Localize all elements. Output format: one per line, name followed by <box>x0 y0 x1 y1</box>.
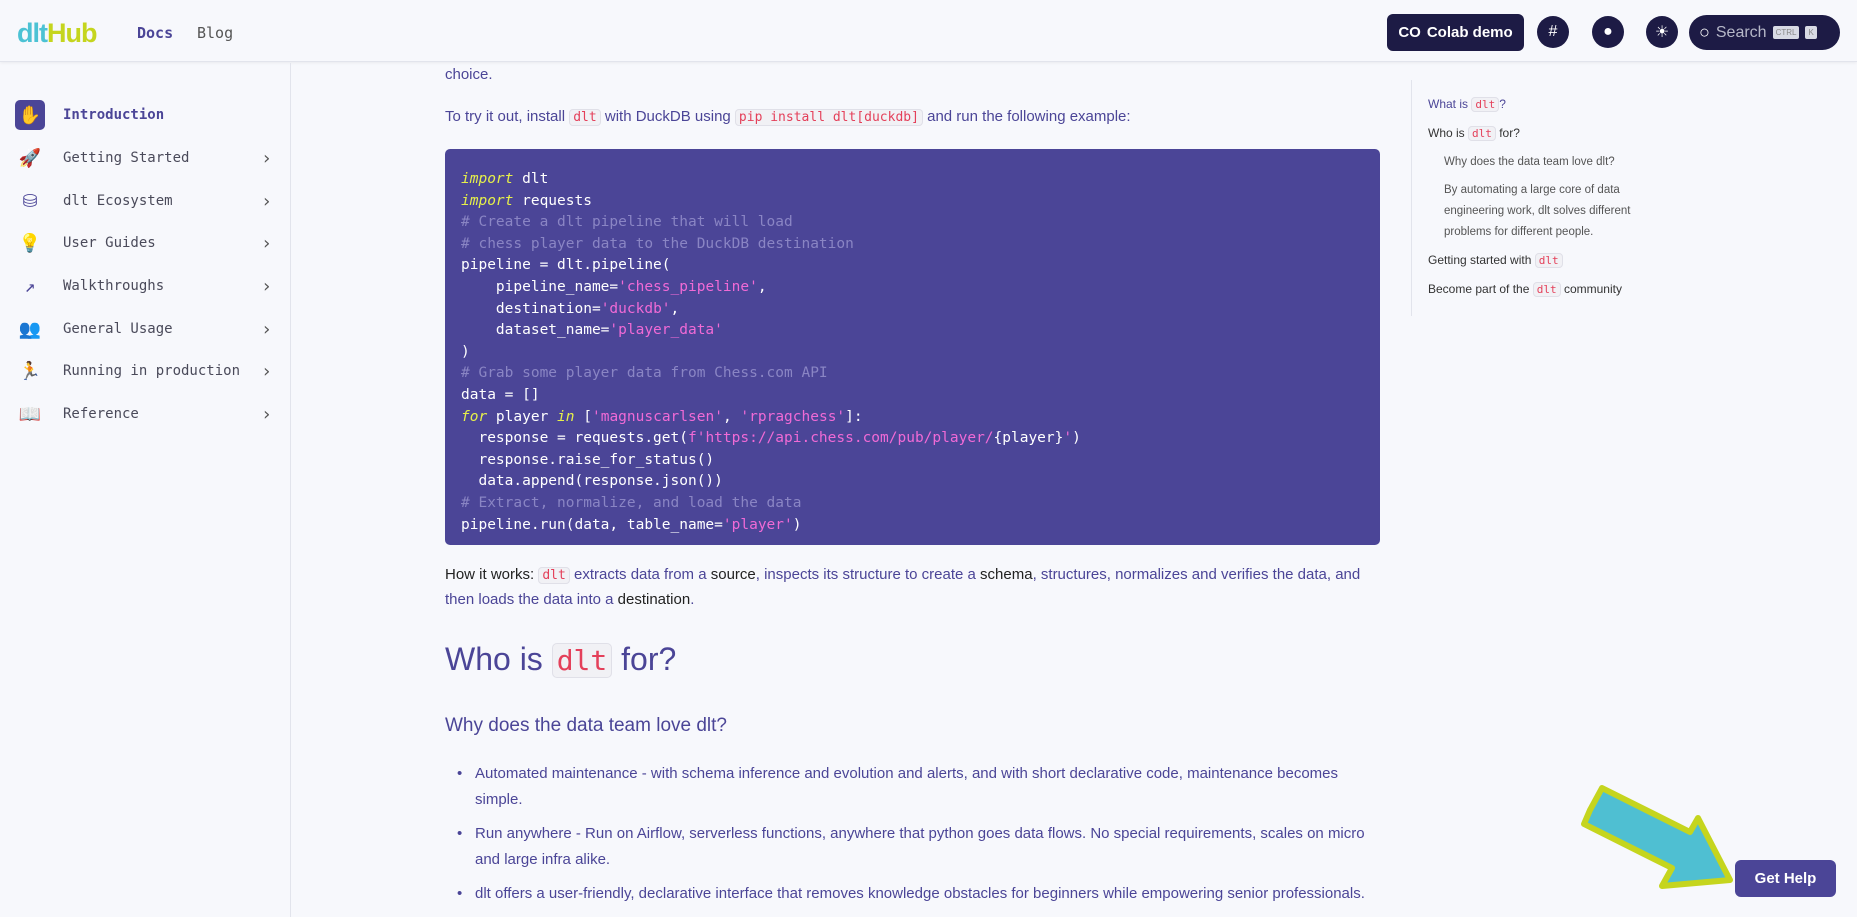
lightbulb-icon: 💡 <box>18 232 42 254</box>
get-help-button[interactable]: Get Help <box>1735 860 1836 897</box>
database-icon: ⛁ <box>22 190 38 212</box>
heading-why-love-dlt: Why does the data team love dlt? <box>445 715 727 736</box>
chevron-right-icon[interactable]: › <box>261 233 272 254</box>
top-navbar: dltHub Docs Blog CO Colab demo # ● ☀ ○ Sea… <box>0 0 1857 62</box>
wave-hand-icon: ✋ <box>15 100 45 130</box>
sidebar-item-dlt-ecosystem[interactable]: ⛁ dlt Ecosystem › <box>15 183 280 219</box>
slack-icon[interactable]: # <box>1537 16 1569 48</box>
rocket-icon: 🚀 <box>18 147 42 169</box>
book-icon: 📖 <box>18 403 42 425</box>
toc-who-is-dlt-for[interactable]: Who is dlt for? <box>1428 123 1520 144</box>
chevron-right-icon[interactable]: › <box>261 404 272 425</box>
colab-icon: CO <box>1398 24 1421 41</box>
paragraph-try-it: To try it out, install dlt with DuckDB u… <box>445 108 1131 126</box>
chevron-right-icon[interactable]: › <box>261 276 272 297</box>
sidebar-item-user-guides[interactable]: 💡 User Guides › <box>15 225 280 261</box>
toc-by-automating[interactable]: By automating a large core of data engin… <box>1444 180 1674 243</box>
annotation-arrow-icon <box>1581 785 1733 889</box>
stairs-icon: ↗ <box>24 275 36 297</box>
link-destination[interactable]: destination <box>618 591 691 608</box>
list-item: Automated maintenance - with schema infe… <box>445 761 1375 813</box>
link-source[interactable]: source <box>711 566 756 583</box>
users-icon: 👥 <box>18 318 42 340</box>
list-item: Run anywhere - Run on Airflow, serverles… <box>445 821 1375 873</box>
runner-icon: 🏃 <box>18 360 42 382</box>
sidebar-item-getting-started[interactable]: 🚀 Getting Started › <box>15 140 280 176</box>
sidebar-item-introduction[interactable]: ✋ Introduction <box>15 97 280 133</box>
toc-getting-started[interactable]: Getting started with dlt <box>1428 250 1563 271</box>
theme-toggle-sun-icon[interactable]: ☀ <box>1646 16 1678 48</box>
sidebar-item-general-usage[interactable]: 👥 General Usage › <box>15 311 280 347</box>
benefits-list: Automated maintenance - with schema infe… <box>445 761 1375 915</box>
paragraph-how-it-works: How it works: dlt extracts data from a s… <box>445 566 1361 608</box>
search-icon: ○ <box>1699 22 1710 42</box>
nav-blog[interactable]: Blog <box>197 24 233 42</box>
dlthub-logo[interactable]: dltHub <box>17 18 97 49</box>
sidebar: ✋ Introduction 🚀 Getting Started › ⛁ dlt Eco… <box>0 63 291 917</box>
github-icon[interactable]: ● <box>1592 16 1624 48</box>
list-item: dlt offers a user-friendly, declarative … <box>445 881 1375 907</box>
paragraph-choice: choice. <box>445 66 493 83</box>
sidebar-item-running-in-production[interactable]: 🏃 Running in production › <box>15 353 280 389</box>
search-button[interactable]: ○ Search CTRL K <box>1689 15 1840 50</box>
code-block[interactable]: import dlt import requests # Create a dl… <box>445 149 1380 545</box>
toc-why-love-dlt[interactable]: Why does the data team love dlt? <box>1444 152 1615 173</box>
chevron-right-icon[interactable]: › <box>261 148 272 169</box>
chevron-right-icon[interactable]: › <box>261 191 272 212</box>
nav-docs[interactable]: Docs <box>137 24 173 42</box>
chevron-right-icon[interactable]: › <box>261 361 272 382</box>
table-of-contents: What is dlt? Who is dlt for? Why does th… <box>1411 80 1791 316</box>
toc-community[interactable]: Become part of the dlt community <box>1428 279 1622 300</box>
sidebar-item-reference[interactable]: 📖 Reference › <box>15 396 280 432</box>
colab-demo-button[interactable]: CO Colab demo <box>1387 14 1524 51</box>
sidebar-item-walkthroughs[interactable]: ↗ Walkthroughs › <box>15 268 280 304</box>
link-schema[interactable]: schema <box>980 566 1033 583</box>
heading-who-is-dlt-for: Who is dlt for? <box>445 641 677 678</box>
toc-what-is-dlt[interactable]: What is dlt? <box>1428 94 1506 115</box>
chevron-right-icon[interactable]: › <box>261 319 272 340</box>
